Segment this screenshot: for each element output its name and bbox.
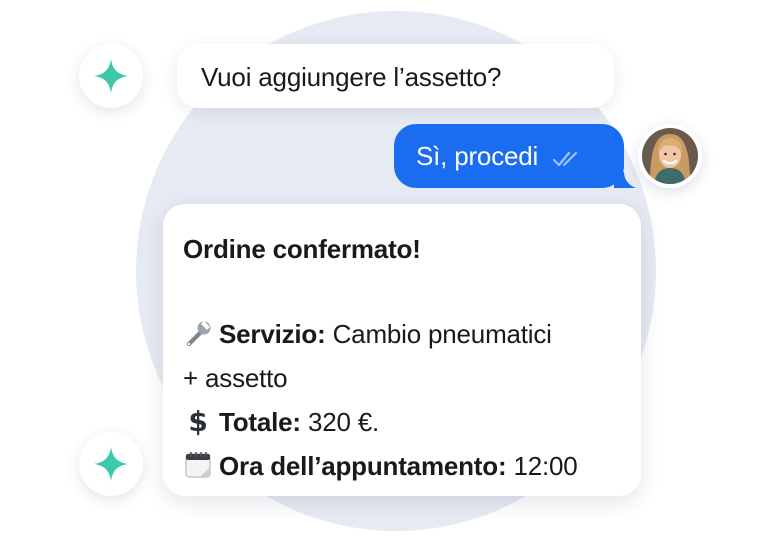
bot-avatar bbox=[79, 44, 143, 108]
chat-illustration: Vuoi aggiungere l’assetto? Sì, procedi O… bbox=[0, 0, 783, 540]
confirmation-title: Ordine confermato! bbox=[183, 234, 421, 264]
svg-text:$: $ bbox=[188, 406, 207, 436]
wrench-icon bbox=[183, 318, 213, 348]
service-value-continued: + assetto bbox=[183, 363, 288, 393]
order-confirmation-card: Ordine confermato! Servizio: Cambio pneu… bbox=[163, 204, 641, 496]
user-avatar bbox=[638, 124, 702, 188]
sparkle-icon bbox=[93, 58, 129, 94]
user-message-text: Sì, procedi bbox=[416, 140, 539, 171]
service-value: Cambio pneumatici bbox=[332, 319, 552, 349]
total-value: 320 €. bbox=[307, 407, 380, 437]
time-value: 12:00 bbox=[513, 451, 578, 481]
user-photo bbox=[642, 128, 698, 184]
service-row: Servizio: Cambio pneumatici bbox=[183, 312, 621, 356]
bot-avatar bbox=[79, 432, 143, 496]
calendar-icon bbox=[183, 450, 213, 480]
sparkle-icon bbox=[93, 446, 129, 482]
time-row: Ora dell’appuntamento: 12:00 bbox=[183, 444, 621, 488]
service-row-continued: + assetto bbox=[183, 356, 621, 400]
bot-message-bubble: Vuoi aggiungere l’assetto? bbox=[177, 44, 614, 108]
service-label: Servizio: bbox=[219, 319, 326, 349]
user-message-bubble: Sì, procedi bbox=[394, 124, 624, 188]
dollar-icon: $ bbox=[183, 406, 213, 436]
total-label: Totale: bbox=[219, 407, 301, 437]
total-row: $ Totale: 320 €. bbox=[183, 400, 621, 444]
bot-message-text: Vuoi aggiungere l’assetto? bbox=[201, 62, 502, 92]
double-check-icon bbox=[552, 143, 582, 169]
time-label: Ora dell’appuntamento: bbox=[219, 451, 507, 481]
